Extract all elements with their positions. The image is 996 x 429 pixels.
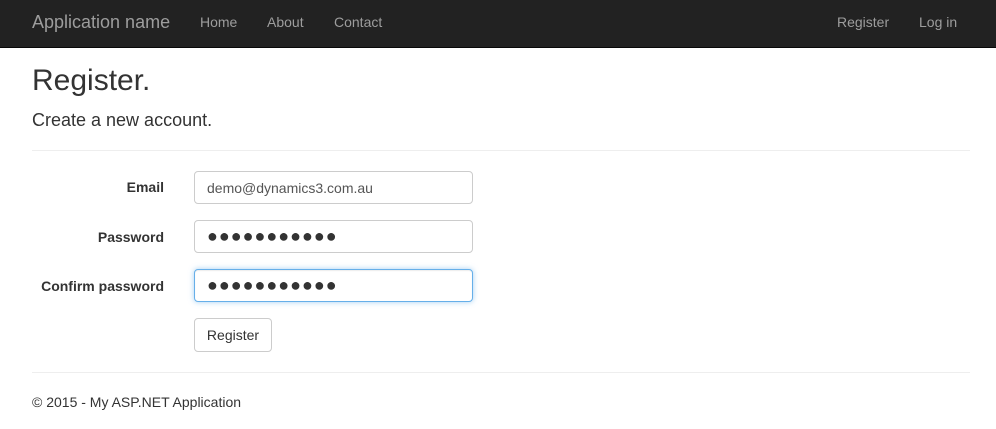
nav-about-link[interactable]: About — [267, 14, 304, 30]
footer-divider — [32, 372, 970, 373]
password-input[interactable] — [194, 220, 473, 253]
brand-link[interactable]: Application name — [32, 12, 170, 33]
password-label: Password — [97, 229, 164, 245]
nav-home-link[interactable]: Home — [200, 14, 237, 30]
top-navbar: Application name Home About Contact Regi… — [0, 0, 996, 48]
nav-login-link[interactable]: Log in — [919, 14, 957, 30]
confirm-password-label: Confirm password — [41, 278, 164, 294]
page-subtitle: Create a new account. — [32, 110, 213, 130]
email-label: Email — [126, 179, 164, 195]
footer-text: © 2015 - My ASP.NET Application — [32, 394, 242, 410]
register-button[interactable]: Register — [194, 318, 272, 352]
nav-contact-link[interactable]: Contact — [334, 14, 382, 30]
email-input[interactable] — [194, 171, 473, 204]
nav-register-link[interactable]: Register — [837, 14, 889, 30]
form-divider — [32, 150, 970, 151]
page-title: Register. — [32, 64, 151, 97]
confirm-password-input[interactable] — [194, 269, 473, 302]
